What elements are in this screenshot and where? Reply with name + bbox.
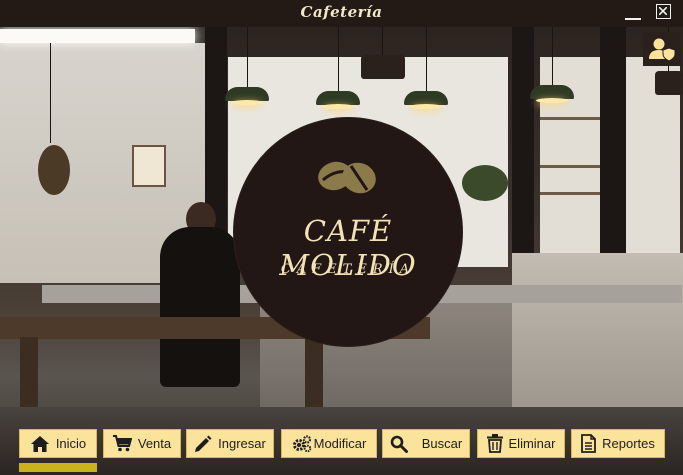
title-bar: Cafetería <box>0 0 683 27</box>
cafe-logo: CAFÉ MOLIDO CAFETERÍA <box>234 118 462 346</box>
inicio-button[interactable]: Inicio <box>19 429 97 458</box>
eliminar-label: Eliminar <box>508 436 556 451</box>
venta-label: Venta <box>137 436 172 451</box>
gears-icon <box>292 434 311 452</box>
inicio-label: Inicio <box>55 436 87 451</box>
pencil-icon <box>195 435 212 452</box>
home-icon <box>30 435 49 452</box>
search-icon <box>390 435 408 453</box>
minimize-icon <box>625 18 641 20</box>
modificar-button[interactable]: Modificar <box>281 429 377 458</box>
minimize-button[interactable] <box>624 7 642 21</box>
cart-icon <box>112 435 132 452</box>
buscar-label: Buscar <box>421 436 463 451</box>
user-admin-button[interactable] <box>643 32 681 66</box>
coffee-beans-icon <box>318 161 376 194</box>
user-shield-icon <box>649 38 675 61</box>
reportes-label: Reportes <box>602 436 655 451</box>
close-button[interactable] <box>656 4 671 19</box>
report-icon <box>581 434 597 453</box>
main-toolbar: Inicio Venta Ingresar Modificar Buscar E… <box>0 423 683 475</box>
venta-button[interactable]: Venta <box>103 429 181 458</box>
trash-icon <box>486 434 503 453</box>
buscar-button[interactable]: Buscar <box>382 429 470 458</box>
logo-subtitle: CAFETERÍA <box>280 262 416 277</box>
app-window: Cafetería CAFÉ MOLIDO CAFETERÍA Inicio V… <box>0 0 683 475</box>
ingresar-label: Ingresar <box>218 436 266 451</box>
close-icon <box>659 7 667 15</box>
window-title: Cafetería <box>300 3 383 21</box>
reportes-button[interactable]: Reportes <box>571 429 665 458</box>
modificar-label: Modificar <box>313 436 367 451</box>
ingresar-button[interactable]: Ingresar <box>186 429 274 458</box>
eliminar-button[interactable]: Eliminar <box>477 429 565 458</box>
active-tab-indicator <box>19 463 97 472</box>
